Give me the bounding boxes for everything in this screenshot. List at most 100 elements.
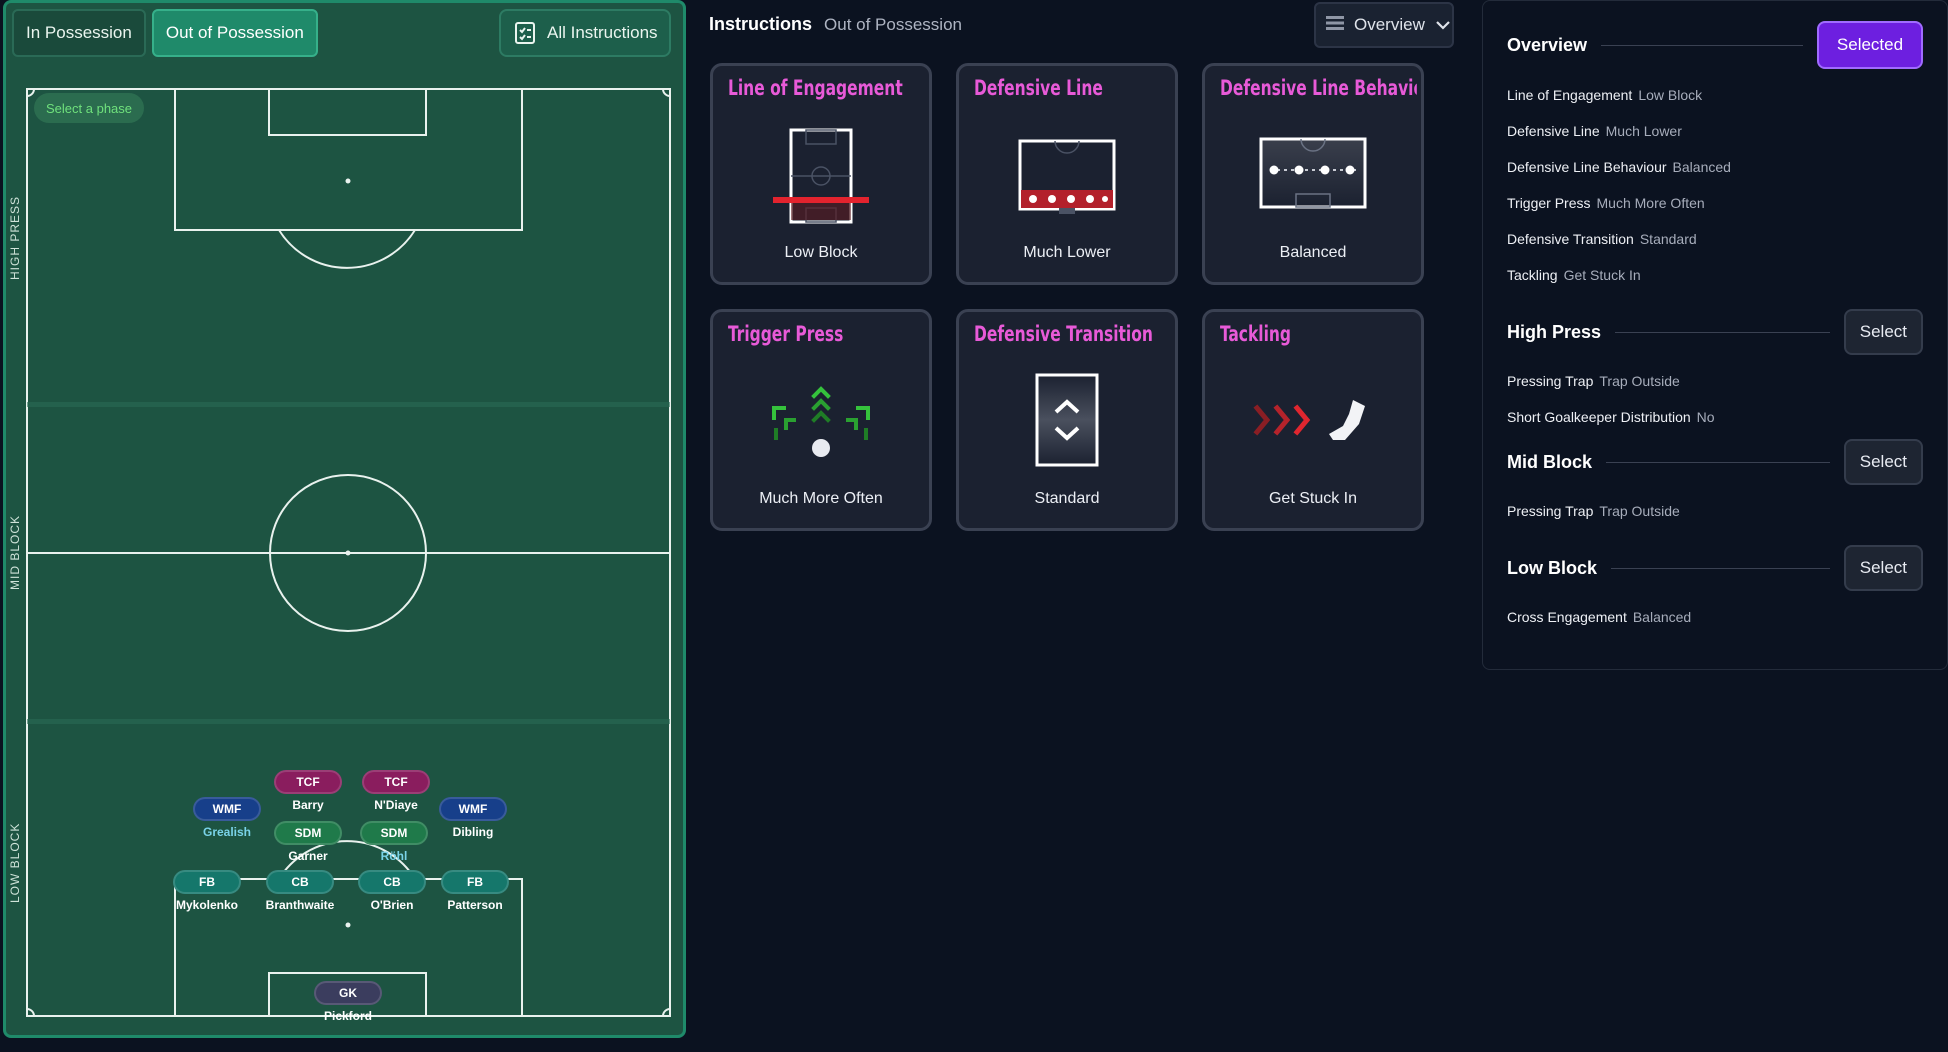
overview-row: Cross Engagement Balanced	[1507, 609, 1691, 625]
player-token[interactable]: SDM Garner	[263, 821, 353, 863]
row-key: Short Goalkeeper Distribution	[1507, 409, 1691, 425]
player-name: Röhl	[380, 849, 408, 863]
card-title: Trigger Press	[728, 322, 844, 346]
chevron-down-icon	[1435, 15, 1451, 35]
overview-selected-button[interactable]: Selected	[1817, 21, 1923, 69]
checklist-icon	[515, 22, 535, 44]
player-token[interactable]: GK Pickford	[303, 981, 393, 1023]
instruction-card-defensive-line[interactable]: Defensive Line Much Lower	[956, 63, 1178, 285]
player-token[interactable]: CB O'Brien	[347, 870, 437, 912]
row-value: Get Stuck In	[1563, 267, 1641, 283]
position-pill: FB	[173, 870, 241, 894]
card-value: Much Lower	[1023, 244, 1111, 261]
overview-row: Tackling Get Stuck In	[1507, 267, 1641, 283]
overview-row: Defensive Transition Standard	[1507, 231, 1697, 247]
instruction-card-defensive-transition[interactable]: Defensive Transition Standard	[956, 309, 1178, 531]
player-name: Mykolenko	[175, 898, 238, 912]
divider	[1611, 567, 1830, 569]
high-press-select-button[interactable]: Select	[1843, 309, 1923, 355]
card-title: Defensive Line Behaviour	[1220, 76, 1417, 100]
position-pill: WMF	[193, 797, 261, 821]
overview-row: Trigger Press Much More Often	[1507, 195, 1705, 211]
instruction-card-defensive-line-behaviour[interactable]: Defensive Line Behaviour Balanced	[1202, 63, 1424, 285]
position-pill: FB	[441, 870, 509, 894]
row-value: No	[1696, 409, 1715, 425]
instruction-card-tackling[interactable]: Tackling Get Stuck In	[1202, 309, 1424, 531]
phase-label-low-block: LOW BLOCK	[8, 822, 22, 903]
section-mid-block: Mid Block Select	[1507, 439, 1923, 485]
low-block-select-button[interactable]: Select	[1843, 545, 1923, 591]
overview-row: Defensive Line Behaviour Balanced	[1507, 159, 1731, 175]
tab-out-of-possession[interactable]: Out of Possession	[151, 9, 318, 57]
instruction-card-line-of-engagement[interactable]: Line of Engagement Low Block	[710, 63, 932, 285]
player-name: O'Brien	[370, 898, 414, 912]
position-pill: WMF	[439, 797, 507, 821]
page-subtitle: Out of Possession	[824, 15, 962, 34]
player-token[interactable]: FB Patterson	[430, 870, 520, 912]
player-token[interactable]: CB Branthwaite	[255, 870, 345, 912]
section-title: Low Block	[1507, 557, 1598, 578]
all-instructions-label: All Instructions	[547, 23, 658, 42]
row-value: Low Block	[1638, 87, 1703, 103]
line-of-engagement-icon	[771, 126, 871, 231]
row-key: Defensive Transition	[1507, 231, 1634, 247]
phase-label-mid-block: MID BLOCK	[8, 514, 22, 590]
row-key: Cross Engagement	[1507, 609, 1627, 625]
player-name: Patterson	[447, 898, 503, 912]
player-token[interactable]: TCF Barry	[263, 770, 353, 812]
overview-panel: Overview Selected Line of Engagement Low …	[1482, 0, 1948, 670]
defensive-line-icon	[1017, 138, 1117, 223]
row-key: Trigger Press	[1507, 195, 1591, 211]
card-value: Standard	[1034, 490, 1100, 507]
player-name: Barry	[292, 798, 324, 812]
divider	[1601, 44, 1803, 46]
row-key: Tackling	[1507, 267, 1558, 283]
tab-in-possession[interactable]: In Possession	[12, 9, 146, 57]
card-value: Low Block	[784, 244, 858, 261]
position-pill: SDM	[274, 821, 342, 845]
row-key: Defensive Line	[1507, 123, 1600, 139]
row-key: Pressing Trap	[1507, 503, 1594, 519]
divider	[1615, 331, 1830, 333]
page-title: Instructions	[709, 14, 813, 34]
player-token[interactable]: WMF Dibling	[428, 797, 518, 839]
position-pill: GK	[314, 981, 382, 1005]
row-value: Trap Outside	[1599, 373, 1680, 389]
player-name: Grealish	[202, 825, 252, 839]
trigger-press-icon	[766, 386, 876, 467]
player-name: Dibling	[452, 825, 494, 839]
card-title: Line of Engagement	[728, 76, 903, 100]
card-value: Get Stuck In	[1268, 490, 1358, 507]
pitch-panel: In Possession Out of Possession All Inst…	[3, 0, 686, 1038]
player-token[interactable]: SDM Röhl	[349, 821, 439, 863]
row-value: Standard	[1639, 231, 1697, 247]
select-phase-chip[interactable]: Select a phase	[34, 93, 145, 123]
section-title: High Press	[1507, 321, 1602, 342]
player-name: N'Diaye	[374, 798, 418, 812]
player-token[interactable]: WMF Grealish	[182, 797, 272, 839]
all-instructions-button[interactable]: All Instructions	[499, 9, 671, 57]
position-pill: TCF	[274, 770, 342, 794]
overview-row: Defensive Line Much Lower	[1507, 123, 1682, 139]
pitch[interactable]: Select a phase HIGH PRESS MID BLOCK LOW …	[8, 85, 671, 1023]
possession-tabs: In Possession Out of Possession	[12, 9, 318, 57]
tackling-boot-icon	[1253, 396, 1373, 451]
section-title: Overview	[1507, 34, 1588, 55]
divider	[1606, 461, 1830, 463]
defensive-line-behaviour-icon	[1258, 136, 1368, 217]
row-key: Line of Engagement	[1507, 87, 1633, 103]
overview-row: Short Goalkeeper Distribution No	[1507, 409, 1715, 425]
view-dropdown[interactable]: Overview	[1314, 2, 1454, 48]
card-title: Defensive Line	[974, 76, 1103, 100]
row-key: Pressing Trap	[1507, 373, 1594, 389]
card-title: Defensive Transition	[974, 322, 1153, 346]
row-value: Much More Often	[1596, 195, 1705, 211]
instructions-header: Instructions Out of Possession	[709, 14, 962, 35]
position-pill: CB	[266, 870, 334, 894]
player-token[interactable]: FB Mykolenko	[162, 870, 252, 912]
mid-block-select-button[interactable]: Select	[1843, 439, 1923, 485]
list-icon	[1326, 15, 1344, 36]
row-value: Balanced	[1632, 609, 1692, 625]
row-key: Defensive Line Behaviour	[1507, 159, 1667, 175]
instruction-card-trigger-press[interactable]: Trigger Press Much More Often	[710, 309, 932, 531]
